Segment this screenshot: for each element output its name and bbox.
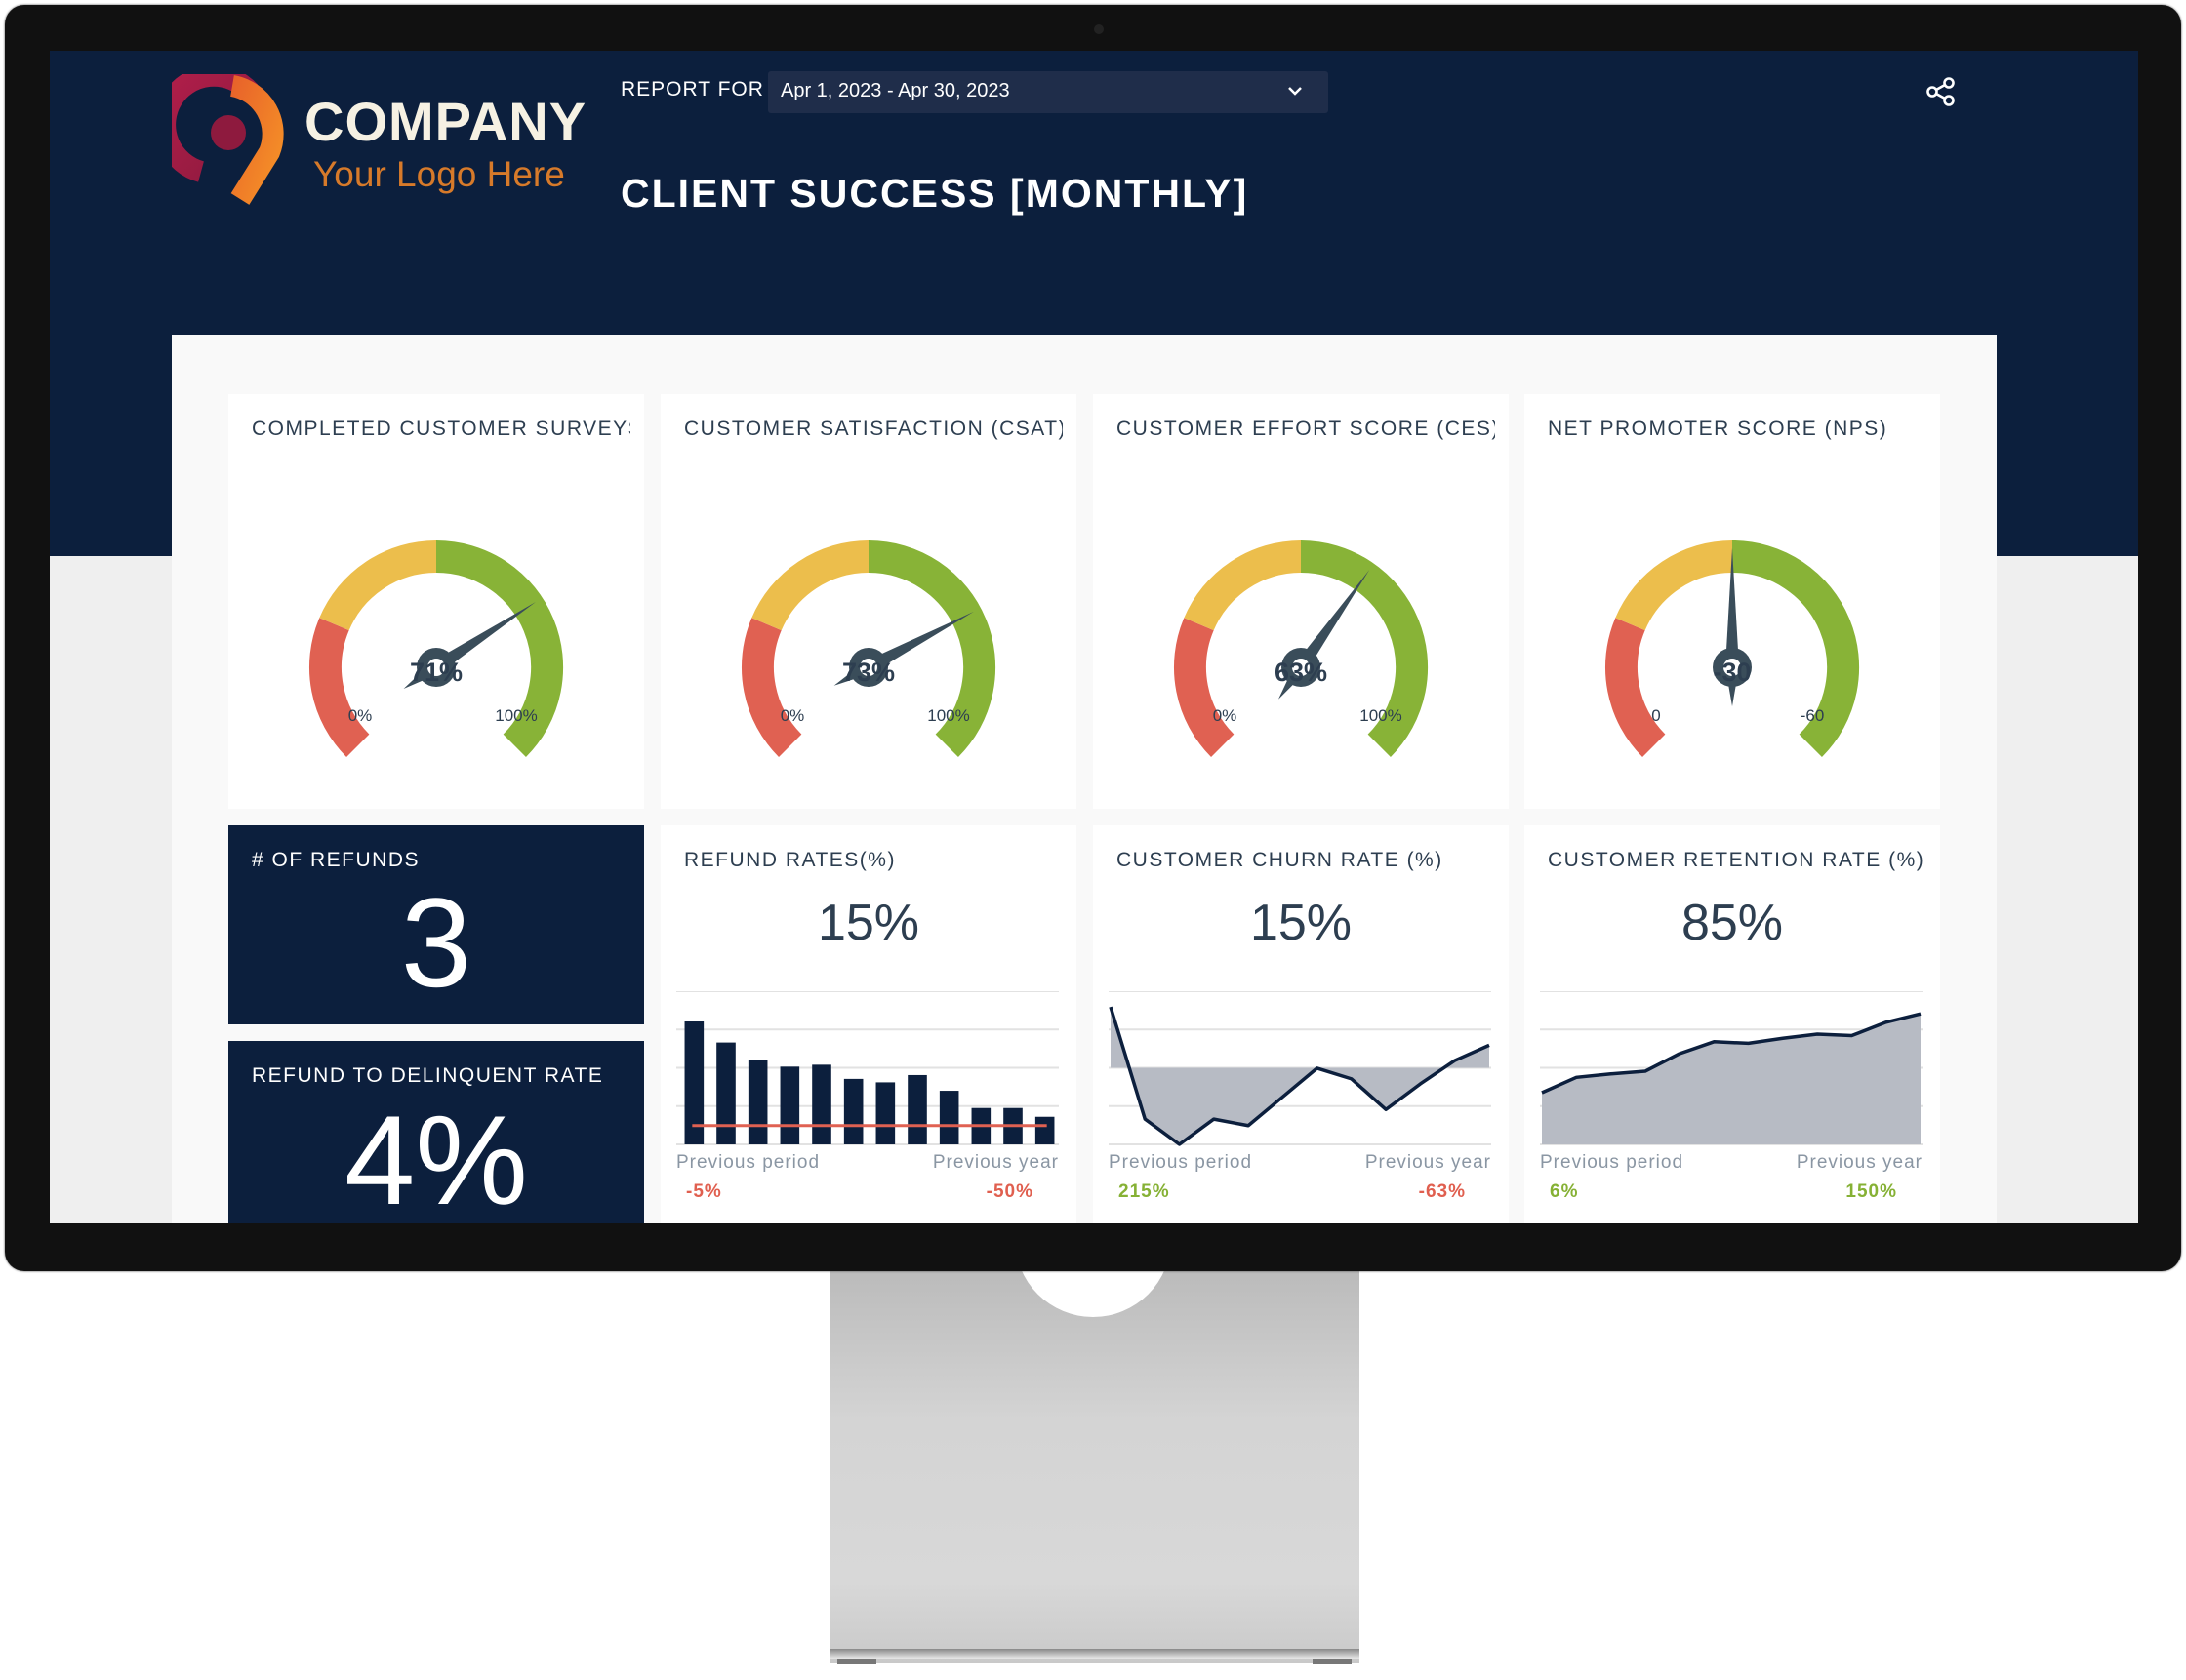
gauge-segment-yellow [1184, 540, 1302, 631]
previous-period-change: 215% [1118, 1181, 1170, 1202]
gauge-segment-yellow [319, 540, 437, 631]
camera-icon [1094, 24, 1104, 34]
gauge-value: -30 [1713, 658, 1752, 687]
refunds-count-card: # OF REFUNDS 3 [228, 825, 644, 1024]
gauge-chart [309, 540, 564, 757]
bar [908, 1074, 927, 1144]
kpi-chart-card: CUSTOMER RETENTION RATE (%) 85% Previous… [1524, 825, 1940, 1223]
card-title: CUSTOMER RETENTION RATE (%) [1548, 849, 1925, 871]
gauge-card: CUSTOMER SATISFACTION (CSAT) (% 73% 0% 1… [661, 394, 1076, 809]
logo-company-name: COMPANY [304, 91, 587, 152]
card-title: NET PROMOTER SCORE (NPS) [1548, 418, 1888, 440]
bar [780, 1066, 800, 1144]
gauge-segment-yellow [751, 540, 870, 631]
previous-year-label: Previous year [932, 1152, 1059, 1173]
kpi-value: 85% [1680, 895, 1784, 951]
gauge-min-label: 0% [1212, 706, 1237, 725]
bar [748, 1060, 768, 1144]
logo-tagline: Your Logo Here [313, 154, 565, 194]
gauge-max-label: 100% [1359, 706, 1402, 725]
kpi-chart-card: REFUND RATES(%) 15% Previous period Prev… [661, 825, 1076, 1223]
monitor-stand-base [830, 1649, 1359, 1659]
content-panel: COMPLETED CUSTOMER SURVEYS ( 71% 0% 100%… [172, 335, 1997, 1223]
bar [1034, 1116, 1055, 1144]
card-title: CUSTOMER SATISFACTION (CSAT) (% [684, 418, 1063, 440]
monitor-foot [1313, 1659, 1352, 1664]
previous-year-change: -63% [1418, 1181, 1466, 1202]
gauge-value: 71% [409, 658, 464, 687]
previous-year-label: Previous year [1796, 1152, 1923, 1173]
bar [812, 1064, 831, 1144]
dashboard-screen: COMPANY Your Logo Here REPORT FOR Apr 1,… [50, 51, 2138, 1223]
monitor-stand [830, 1259, 1359, 1663]
card-title: # OF REFUNDS [252, 849, 421, 871]
area-fill [1542, 1014, 1921, 1144]
card-title: COMPLETED CUSTOMER SURVEYS ( [252, 418, 630, 440]
gauge-min-label: 0 [1651, 706, 1661, 725]
refunds-count-value: 3 [400, 871, 472, 1014]
gauge-value: 63% [1274, 658, 1328, 687]
area-chart [1109, 990, 1491, 1146]
date-range-value: Apr 1, 2023 - Apr 30, 2023 [781, 80, 1010, 101]
gauge-chart [742, 540, 996, 757]
gauge-value: 73% [841, 658, 896, 687]
gauge-card: NET PROMOTER SCORE (NPS) -30 0 -60 [1524, 394, 1940, 809]
kpi-value: 15% [1249, 895, 1353, 951]
date-range-select[interactable]: Apr 1, 2023 - Apr 30, 2023 [768, 71, 1328, 113]
bar [939, 1091, 959, 1144]
gauge-max-label: -60 [1800, 706, 1825, 725]
card-title: CUSTOMER CHURN RATE (%) [1116, 849, 1443, 871]
page-title: CLIENT SUCCESS [MONTHLY] [621, 171, 1249, 216]
bar [843, 1078, 864, 1144]
bar [716, 1042, 736, 1144]
location-pin-logo-icon [154, 64, 284, 205]
monitor-foot [837, 1659, 876, 1664]
company-logo: COMPANY Your Logo Here [154, 64, 601, 211]
previous-year-label: Previous year [1364, 1152, 1491, 1173]
gauge-min-label: 0% [347, 706, 373, 725]
previous-period-label: Previous period [1540, 1152, 1684, 1173]
kpi-chart-card: CUSTOMER CHURN RATE (%) 15% Previous per… [1093, 825, 1509, 1223]
previous-period-label: Previous period [676, 1152, 821, 1173]
card-title: CUSTOMER EFFORT SCORE (CES) [1116, 418, 1495, 440]
previous-year-change: 150% [1845, 1181, 1897, 1202]
gauge-max-label: 100% [927, 706, 970, 725]
gauge-min-label: 0% [780, 706, 805, 725]
card-title: REFUND RATES(%) [684, 849, 896, 871]
previous-year-change: -50% [986, 1181, 1033, 1202]
report-for-label: REPORT FOR [621, 78, 764, 100]
previous-period-label: Previous period [1109, 1152, 1253, 1173]
gauge-chart [1174, 540, 1429, 757]
gauge-max-label: 100% [495, 706, 538, 725]
refund-delinquent-card: REFUND TO DELINQUENT RATE 4% [228, 1041, 644, 1223]
share-icon[interactable] [1923, 74, 1959, 109]
gauge-segment-yellow [1615, 540, 1733, 631]
chevron-down-icon [1288, 87, 1302, 96]
bar-chart [676, 990, 1059, 1145]
previous-period-change: -5% [686, 1181, 722, 1202]
bar [875, 1082, 896, 1144]
refund-delinquent-value: 4% [344, 1089, 528, 1223]
gauge-chart [1605, 540, 1860, 757]
card-title: REFUND TO DELINQUENT RATE [252, 1064, 604, 1087]
previous-period-change: 6% [1550, 1181, 1579, 1202]
kpi-value: 15% [817, 895, 920, 951]
gauge-card: COMPLETED CUSTOMER SURVEYS ( 71% 0% 100% [228, 394, 644, 809]
gauge-card: CUSTOMER EFFORT SCORE (CES) 63% 0% 100% [1093, 394, 1509, 809]
area-chart [1540, 990, 1923, 1145]
